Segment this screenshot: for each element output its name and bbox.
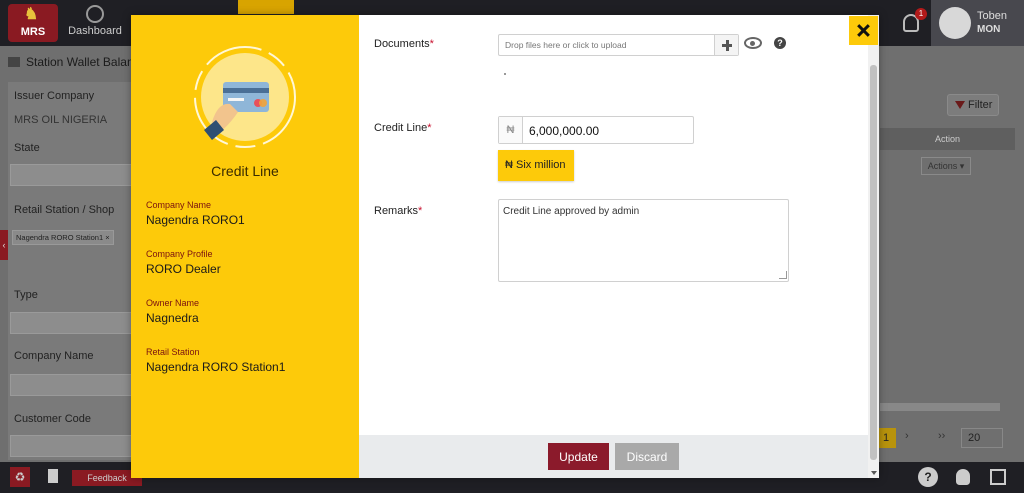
company-profile-info-label: Company Profile	[146, 249, 213, 259]
state-label: State	[14, 142, 40, 154]
scroll-down-icon[interactable]	[871, 471, 877, 475]
fire-icon[interactable]	[956, 469, 970, 485]
type-select[interactable]	[10, 312, 134, 334]
required-mark: *	[427, 122, 432, 134]
credit-line-input-group[interactable]: ₦ 6,000,000.00	[498, 116, 694, 144]
nav-dashboard[interactable]: Dashboard	[64, 0, 126, 46]
page-title: Station Wallet Balan	[8, 55, 134, 69]
eye-icon[interactable]	[744, 37, 762, 49]
required-mark: *	[418, 205, 423, 217]
logo-text: MRS	[20, 26, 46, 38]
close-icon[interactable]	[849, 16, 878, 45]
owner-name-info-value: Nagnedra	[146, 311, 199, 325]
company-name-info-value: Nagendra RORO1	[146, 213, 245, 227]
discard-button[interactable]: Discard	[615, 443, 679, 470]
modal-heading: Credit Line	[211, 163, 279, 179]
avatar	[939, 7, 971, 39]
retail-station-info-label: Retail Station	[146, 347, 200, 357]
filter-button-label: Filter	[968, 99, 993, 111]
funnel-icon	[955, 101, 965, 111]
credit-line-label-text: Credit Line	[374, 122, 428, 134]
pager-page-current[interactable]: 1	[876, 428, 896, 448]
documents-label-text: Documents	[374, 38, 430, 50]
remarks-textarea[interactable]: Credit Line approved by admin	[498, 199, 789, 282]
notification-badge: 1	[915, 8, 927, 20]
retail-station-chip[interactable]: Nagendra RORO Station1 ×	[12, 230, 114, 245]
credit-line-form: Documents* Drop files here or click to u…	[359, 15, 868, 478]
filter-panel	[8, 82, 132, 460]
collapse-panel-toggle[interactable]: ‹	[0, 230, 8, 260]
amount-in-words-tooltip: ₦ Six million	[498, 150, 574, 181]
credit-line-input[interactable]: 6,000,000.00	[529, 124, 599, 138]
mrs-logo[interactable]: ♞ MRS	[8, 4, 58, 42]
documents-label: Documents*	[374, 38, 434, 50]
modal-scrollbar[interactable]	[868, 15, 879, 478]
customer-code-input[interactable]	[10, 435, 134, 457]
table-horizontal-scrollbar[interactable]	[880, 403, 1000, 411]
modal-footer: Update Discard	[359, 435, 868, 478]
filter-button[interactable]: Filter	[947, 94, 999, 116]
upload-status-dot	[504, 73, 506, 75]
recycle-icon[interactable]: ♻	[10, 467, 30, 487]
state-select[interactable]	[10, 164, 134, 186]
company-name-info-label: Company Name	[146, 200, 212, 210]
remarks-label-text: Remarks	[374, 205, 419, 217]
user-menu[interactable]: Toben MON	[931, 0, 1024, 46]
company-name-label: Company Name	[14, 350, 94, 362]
credit-line-modal: Credit Line Company Name Nagendra RORO1 …	[131, 15, 879, 478]
bookmark-icon[interactable]	[48, 469, 58, 483]
documents-upload-dropzone[interactable]: Drop files here or click to upload	[498, 34, 739, 56]
actions-dropdown[interactable]: Actions ▾	[921, 157, 971, 175]
issuer-company-value[interactable]: MRS OIL NIGERIA	[14, 114, 107, 126]
retail-station-info-value: Nagendra RORO Station1	[146, 360, 286, 374]
dashboard-icon	[86, 5, 104, 23]
required-mark: *	[429, 38, 434, 50]
question-icon[interactable]: ?	[774, 37, 786, 49]
nav-active-item[interactable]	[238, 0, 294, 14]
resize-handle-icon[interactable]	[779, 271, 787, 279]
credit-card-illustration-icon	[194, 46, 296, 148]
user-first-name: Toben	[977, 10, 1007, 22]
company-info-panel: Credit Line Company Name Nagendra RORO1 …	[131, 15, 359, 478]
credit-line-label: Credit Line*	[374, 122, 431, 134]
remarks-label: Remarks*	[374, 205, 422, 217]
nav-dashboard-label: Dashboard	[68, 25, 122, 37]
owner-name-info-label: Owner Name	[146, 298, 200, 308]
update-button[interactable]: Update	[548, 443, 609, 470]
notification-button[interactable]: 1	[893, 0, 931, 46]
help-icon[interactable]: ?	[918, 467, 938, 487]
user-last-name: MON	[977, 24, 1001, 35]
company-profile-info-value: RORO Dealer	[146, 262, 221, 276]
pager-next[interactable]: ›	[905, 430, 909, 442]
action-column-header: Action	[880, 128, 1015, 150]
modal-scrollbar-thumb[interactable]	[870, 65, 877, 460]
issuer-company-label: Issuer Company	[14, 90, 95, 102]
company-name-input[interactable]	[10, 374, 134, 396]
customer-code-label: Customer Code	[14, 413, 92, 425]
retail-station-label: Retail Station / Shop	[14, 204, 115, 216]
add-file-icon[interactable]	[714, 35, 738, 55]
page-title-text: Station Wallet Balan	[26, 55, 134, 69]
upload-placeholder: Drop files here or click to upload	[505, 40, 627, 50]
pager-last[interactable]: ››	[938, 430, 945, 442]
wallet-icon	[8, 57, 20, 67]
naira-currency-icon: ₦	[499, 117, 523, 143]
type-label: Type	[14, 289, 38, 301]
horse-icon: ♞	[24, 6, 39, 23]
fullscreen-icon[interactable]	[990, 469, 1006, 485]
page-size-select[interactable]: 20	[961, 428, 1003, 448]
